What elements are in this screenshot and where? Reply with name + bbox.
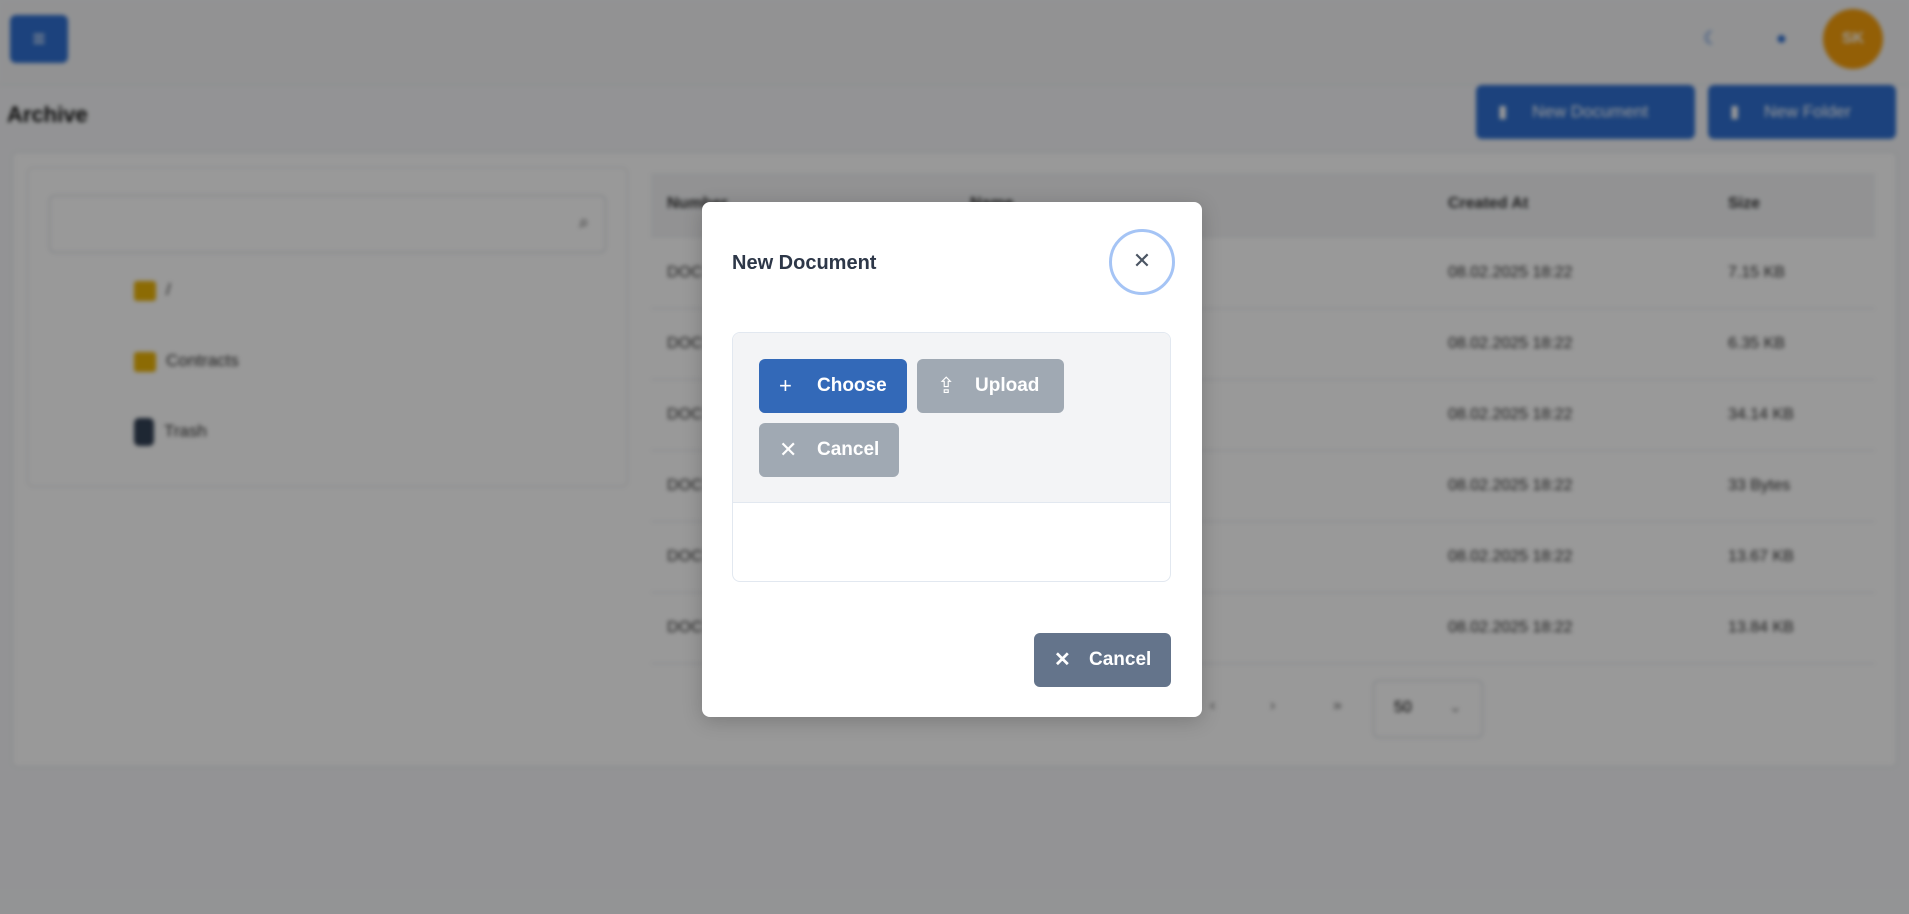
- choose-button[interactable]: + Choose: [759, 359, 907, 413]
- cancel-upload-button[interactable]: ✕ Cancel: [759, 423, 899, 477]
- upload-button[interactable]: ⇪ Upload: [917, 359, 1064, 413]
- upload-icon: ⇪: [937, 373, 956, 398]
- dialog-title: New Document: [732, 252, 877, 274]
- close-icon: ✕: [1132, 248, 1152, 273]
- cancel-label: Cancel: [1089, 649, 1152, 670]
- plus-icon: +: [779, 373, 792, 398]
- cancel-upload-label: Cancel: [817, 439, 880, 460]
- cancel-button[interactable]: ✕ Cancel: [1034, 633, 1171, 687]
- upload-label: Upload: [975, 375, 1040, 396]
- file-upload-toolbar: + Choose ⇪ Upload ✕ Cancel: [733, 333, 1170, 503]
- close-button[interactable]: ✕: [1109, 229, 1175, 295]
- close-icon: ✕: [1054, 649, 1071, 671]
- file-upload: + Choose ⇪ Upload ✕ Cancel: [732, 332, 1171, 582]
- new-document-dialog: New Document ✕ + Choose ⇪ Upload ✕ Cancel ✕…: [702, 202, 1202, 717]
- close-icon: ✕: [779, 437, 798, 462]
- choose-label: Choose: [817, 375, 887, 396]
